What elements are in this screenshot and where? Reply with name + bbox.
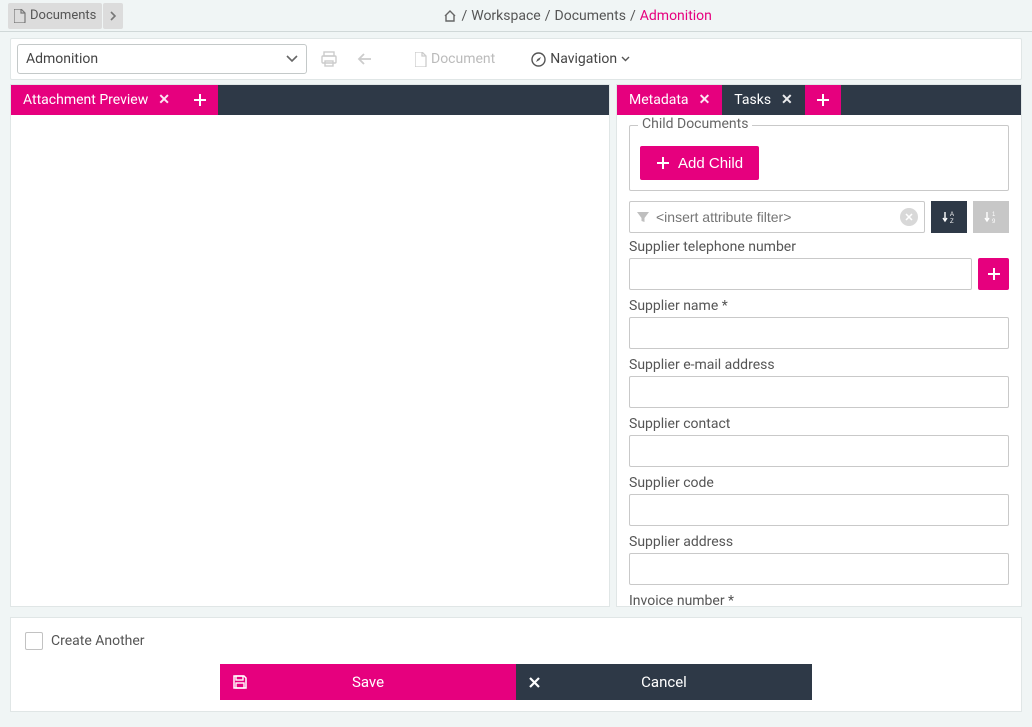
form-row: Supplier contact xyxy=(629,416,1009,467)
add-tab-button-right[interactable] xyxy=(805,85,841,115)
child-documents-fieldset: Child Documents Add Child xyxy=(629,125,1009,191)
form-row: Supplier address xyxy=(629,534,1009,585)
type-dropdown[interactable]: Admonition xyxy=(17,44,307,74)
form-row: Supplier telephone number xyxy=(629,239,1009,290)
sort-az-button[interactable]: A Z xyxy=(931,201,967,233)
breadcrumb-bar: Documents / Workspace / Documents / Admo… xyxy=(0,0,1032,32)
sort-numeric-button[interactable]: 1 9 xyxy=(973,201,1009,233)
toolbar: Admonition Document Navigation xyxy=(10,38,1022,80)
field-input[interactable] xyxy=(629,376,1009,408)
form-row: Supplier name * xyxy=(629,298,1009,349)
svg-text:Z: Z xyxy=(950,219,954,225)
attachment-preview-body xyxy=(11,115,609,606)
svg-text:1: 1 xyxy=(992,212,996,218)
tab-label: Tasks xyxy=(734,92,771,108)
add-value-button[interactable] xyxy=(978,258,1009,290)
right-tabstrip: Metadata ✕ Tasks ✕ xyxy=(617,85,1021,115)
attribute-filter-input-wrap: ✕ xyxy=(629,201,925,233)
field-label: Supplier telephone number xyxy=(629,239,1009,255)
field-label: Supplier name * xyxy=(629,298,1009,314)
field-label: Supplier address xyxy=(629,534,1009,550)
field-label: Supplier contact xyxy=(629,416,1009,432)
field-input[interactable] xyxy=(629,494,1009,526)
create-another-row: Create Another xyxy=(25,632,1007,650)
tab-label: Attachment Preview xyxy=(23,92,148,108)
home-icon[interactable] xyxy=(443,9,457,23)
fieldset-legend: Child Documents xyxy=(638,116,752,132)
close-icon[interactable]: ✕ xyxy=(158,92,170,108)
close-icon[interactable]: ✕ xyxy=(699,92,711,108)
form-row: Supplier e-mail address xyxy=(629,357,1009,408)
field-input[interactable] xyxy=(629,258,972,290)
arrow-left-icon xyxy=(357,52,373,66)
field-input[interactable] xyxy=(629,553,1009,585)
save-button[interactable]: Save xyxy=(220,664,516,700)
left-tabstrip: Attachment Preview ✕ xyxy=(11,85,609,115)
back-button[interactable] xyxy=(351,45,379,73)
document-icon xyxy=(415,52,427,67)
field-input[interactable] xyxy=(629,317,1009,349)
plus-icon xyxy=(656,156,670,170)
filter-icon xyxy=(636,210,650,224)
cancel-button[interactable]: Cancel xyxy=(516,664,812,700)
metadata-panel: Metadata ✕ Tasks ✕ Child Documents Add C… xyxy=(616,84,1022,607)
sort-numeric-icon: 1 9 xyxy=(983,209,999,225)
form-row: Invoice number * xyxy=(629,593,1009,606)
breadcrumb-seg-documents[interactable]: Documents xyxy=(555,8,626,24)
add-child-button[interactable]: Add Child xyxy=(640,146,759,180)
attachment-preview-panel: Attachment Preview ✕ xyxy=(10,84,610,607)
tab-metadata[interactable]: Metadata ✕ xyxy=(617,85,722,115)
field-label: Supplier e-mail address xyxy=(629,357,1009,373)
field-label: Invoice number * xyxy=(629,593,1009,606)
chevron-down-icon xyxy=(286,55,298,63)
close-icon xyxy=(528,676,541,689)
breadcrumb-root[interactable]: Documents xyxy=(8,3,102,29)
field-label: Supplier code xyxy=(629,475,1009,491)
sort-az-icon: A Z xyxy=(941,209,957,225)
breadcrumb-expand[interactable] xyxy=(103,3,123,29)
chevron-down-icon xyxy=(621,56,630,62)
type-dropdown-value: Admonition xyxy=(26,51,98,67)
plus-icon xyxy=(987,267,1001,281)
create-another-label: Create Another xyxy=(51,633,145,649)
navigation-menu[interactable]: Navigation xyxy=(531,51,630,67)
breadcrumb-root-label: Documents xyxy=(30,8,96,23)
breadcrumb-seg-workspace[interactable]: Workspace xyxy=(471,8,541,24)
close-icon[interactable]: ✕ xyxy=(781,92,793,108)
action-row: Save Cancel xyxy=(25,664,1007,700)
attribute-filter-input[interactable] xyxy=(656,209,918,225)
add-tab-button-left[interactable] xyxy=(182,85,218,115)
tab-label: Metadata xyxy=(629,92,689,108)
form-row: Supplier code xyxy=(629,475,1009,526)
attribute-filter-row: ✕ A Z 1 9 xyxy=(629,201,1009,233)
create-another-checkbox[interactable] xyxy=(25,632,43,650)
compass-icon xyxy=(531,52,546,67)
clear-filter-button[interactable]: ✕ xyxy=(900,208,918,226)
print-button[interactable] xyxy=(315,45,343,73)
plus-icon xyxy=(193,93,207,107)
svg-text:9: 9 xyxy=(992,219,996,225)
metadata-body: Child Documents Add Child ✕ xyxy=(617,115,1021,606)
breadcrumb-current: Admonition xyxy=(640,8,712,24)
svg-text:A: A xyxy=(950,212,954,218)
save-icon xyxy=(232,674,248,690)
footer: Create Another Save Cancel xyxy=(10,617,1022,712)
panels-container: Attachment Preview ✕ Metadata ✕ Tasks ✕ xyxy=(10,84,1022,607)
document-indicator: Document xyxy=(415,51,495,67)
chevron-right-icon xyxy=(109,11,117,21)
breadcrumb-path: / Workspace / Documents / Admonition xyxy=(123,8,1032,24)
tab-attachment-preview[interactable]: Attachment Preview ✕ xyxy=(11,85,182,115)
print-icon xyxy=(320,50,338,68)
field-input[interactable] xyxy=(629,435,1009,467)
plus-icon xyxy=(816,93,830,107)
document-icon xyxy=(14,9,26,23)
tab-tasks[interactable]: Tasks ✕ xyxy=(722,85,804,115)
